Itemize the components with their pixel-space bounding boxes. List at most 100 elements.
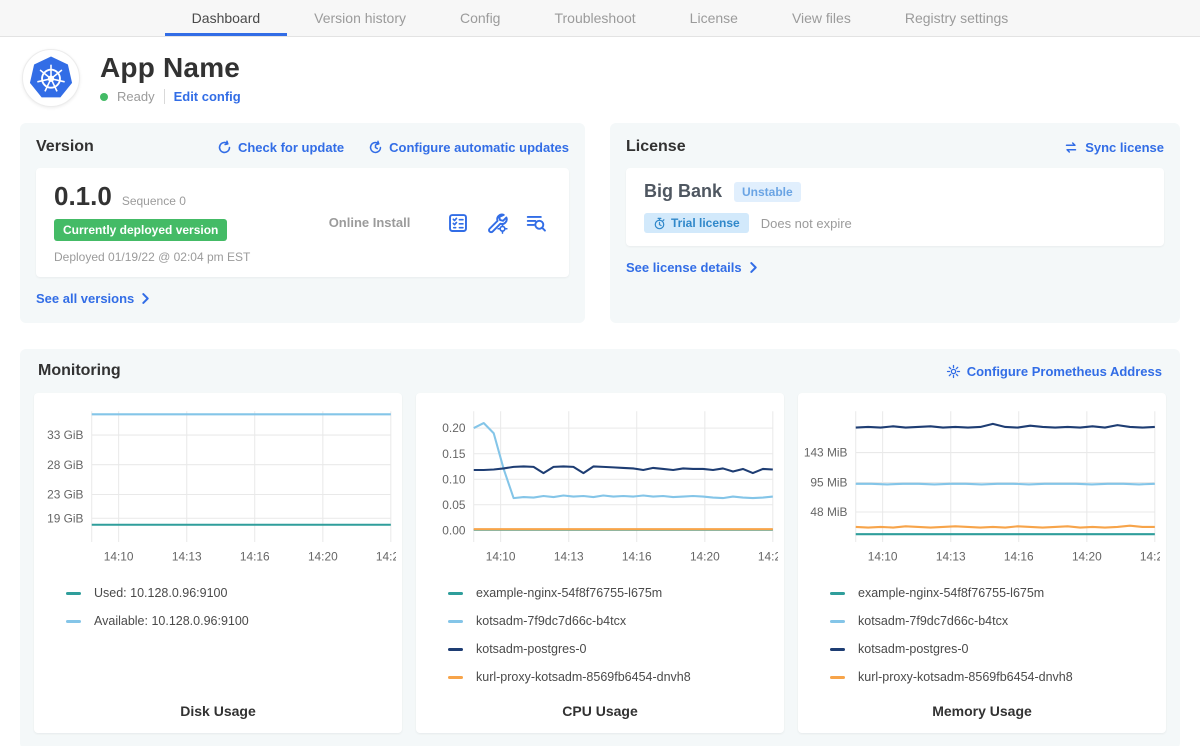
svg-text:14:10: 14:10 bbox=[868, 550, 898, 564]
tab-troubleshoot[interactable]: Troubleshoot bbox=[527, 0, 662, 36]
svg-text:14:23: 14:23 bbox=[758, 550, 778, 564]
legend-label: Used: 10.128.0.96:9100 bbox=[94, 586, 227, 600]
disk-usage-card: 33 GiB 28 GiB 23 GiB 19 GiB 14:10 14:13 14:16 1… bbox=[34, 393, 402, 733]
svg-text:0.05: 0.05 bbox=[442, 498, 466, 512]
svg-text:14:13: 14:13 bbox=[172, 550, 202, 564]
license-card-title: License bbox=[626, 138, 686, 156]
install-type-label: Online Install bbox=[292, 215, 447, 230]
status-dot bbox=[100, 93, 108, 101]
legend-item: kotsadm-postgres-0 bbox=[830, 635, 1160, 663]
version-card: Version Check for update Configure autom… bbox=[20, 123, 585, 323]
svg-text:33 GiB: 33 GiB bbox=[47, 428, 83, 442]
legend-swatch bbox=[830, 592, 845, 595]
legend-swatch bbox=[448, 676, 463, 679]
sync-license-link[interactable]: Sync license bbox=[1063, 140, 1164, 155]
legend-swatch bbox=[830, 648, 845, 651]
disk-usage-legend: Used: 10.128.0.96:9100 Available: 10.128.… bbox=[66, 579, 396, 693]
memory-usage-chart: 143 MiB95 MiB48 MiB14:1014:1314:1614:201… bbox=[804, 403, 1160, 571]
svg-text:0.15: 0.15 bbox=[442, 447, 466, 461]
memory-usage-card: 143 MiB95 MiB48 MiB14:1014:1314:1614:201… bbox=[798, 393, 1166, 733]
legend-swatch bbox=[448, 592, 463, 595]
deployed-timestamp: Deployed 01/19/22 @ 02:04 pm EST bbox=[54, 250, 292, 264]
current-version-box: 0.1.0 Sequence 0 Currently deployed vers… bbox=[36, 168, 569, 277]
memory-usage-title: Memory Usage bbox=[804, 703, 1160, 719]
legend-item: example-nginx-54f8f76755-l675m bbox=[448, 579, 778, 607]
svg-text:14:20: 14:20 bbox=[690, 550, 720, 564]
legend-swatch bbox=[448, 620, 463, 623]
version-sequence: Sequence 0 bbox=[122, 194, 186, 208]
see-all-versions-link[interactable]: See all versions bbox=[36, 291, 151, 306]
legend-item: Available: 10.128.0.96:9100 bbox=[66, 607, 396, 635]
legend-item: kotsadm-postgres-0 bbox=[448, 635, 778, 663]
stopwatch-icon bbox=[653, 217, 666, 230]
cpu-usage-title: CPU Usage bbox=[422, 703, 778, 719]
preflight-checks-button[interactable] bbox=[447, 212, 469, 234]
gear-icon bbox=[946, 364, 961, 379]
memory-usage-legend: example-nginx-54f8f76755-l675m kotsadm-7f… bbox=[830, 579, 1160, 693]
legend-label: example-nginx-54f8f76755-l675m bbox=[858, 586, 1044, 600]
tab-registry-settings[interactable]: Registry settings bbox=[878, 0, 1035, 36]
configure-prometheus-link[interactable]: Configure Prometheus Address bbox=[946, 364, 1162, 379]
monitoring-section: Monitoring Configure Prometheus Address … bbox=[20, 349, 1180, 746]
legend-swatch bbox=[830, 620, 845, 623]
legend-label: example-nginx-54f8f76755-l675m bbox=[476, 586, 662, 600]
tab-config[interactable]: Config bbox=[433, 0, 527, 36]
legend-swatch bbox=[830, 676, 845, 679]
svg-text:28 GiB: 28 GiB bbox=[47, 458, 83, 472]
chevron-right-icon bbox=[748, 262, 759, 273]
svg-text:14:16: 14:16 bbox=[622, 550, 652, 564]
cards-row: Version Check for update Configure autom… bbox=[0, 113, 1200, 323]
deployed-badge: Currently deployed version bbox=[54, 219, 227, 241]
legend-label: kotsadm-7f9dc7d66c-b4tcx bbox=[476, 614, 626, 628]
svg-text:14:20: 14:20 bbox=[1072, 550, 1102, 564]
legend-item: Used: 10.128.0.96:9100 bbox=[66, 579, 396, 607]
legend-label: kotsadm-postgres-0 bbox=[858, 642, 968, 656]
top-nav: Dashboard Version history Config Trouble… bbox=[0, 0, 1200, 37]
legend-swatch bbox=[66, 620, 81, 623]
see-license-details-link[interactable]: See license details bbox=[626, 260, 759, 275]
cpu-usage-card: 0.200.150.100.050.0014:1014:1314:1614:20… bbox=[416, 393, 784, 733]
svg-text:14:13: 14:13 bbox=[936, 550, 966, 564]
disk-usage-chart: 33 GiB 28 GiB 23 GiB 19 GiB 14:10 14:13 14:16 1… bbox=[40, 403, 396, 571]
svg-text:0.10: 0.10 bbox=[442, 472, 466, 486]
cpu-usage-chart: 0.200.150.100.050.0014:1014:1314:1614:20… bbox=[422, 403, 778, 571]
svg-text:14:10: 14:10 bbox=[104, 550, 134, 564]
legend-label: kurl-proxy-kotsadm-8569fb6454-dnvh8 bbox=[476, 670, 691, 684]
status-label: Ready bbox=[117, 89, 155, 104]
svg-text:0.00: 0.00 bbox=[442, 523, 466, 537]
legend-item: kurl-proxy-kotsadm-8569fb6454-dnvh8 bbox=[830, 663, 1160, 691]
tab-license[interactable]: License bbox=[663, 0, 765, 36]
license-box: Big Bank Unstable Trial license Does not… bbox=[626, 168, 1164, 246]
svg-text:14:16: 14:16 bbox=[1004, 550, 1034, 564]
view-deploy-logs-button[interactable] bbox=[525, 212, 547, 234]
tab-version-history[interactable]: Version history bbox=[287, 0, 433, 36]
monitoring-title: Monitoring bbox=[38, 362, 121, 380]
configure-automatic-updates-link[interactable]: Configure automatic updates bbox=[368, 140, 569, 155]
svg-text:14:16: 14:16 bbox=[240, 550, 270, 564]
svg-text:14:23: 14:23 bbox=[376, 550, 396, 564]
kubernetes-icon bbox=[28, 55, 74, 101]
svg-text:14:20: 14:20 bbox=[308, 550, 338, 564]
legend-item: kotsadm-7f9dc7d66c-b4tcx bbox=[448, 607, 778, 635]
legend-item: kotsadm-7f9dc7d66c-b4tcx bbox=[830, 607, 1160, 635]
legend-swatch bbox=[448, 648, 463, 651]
svg-text:14:23: 14:23 bbox=[1140, 550, 1160, 564]
tab-dashboard[interactable]: Dashboard bbox=[165, 0, 288, 36]
app-name: App Name bbox=[100, 52, 241, 84]
edit-config-values-button[interactable] bbox=[486, 212, 508, 234]
cpu-usage-legend: example-nginx-54f8f76755-l675m kotsadm-7f… bbox=[448, 579, 778, 693]
legend-item: kurl-proxy-kotsadm-8569fb6454-dnvh8 bbox=[448, 663, 778, 691]
svg-text:95 MiB: 95 MiB bbox=[810, 476, 847, 490]
svg-text:143 MiB: 143 MiB bbox=[804, 446, 848, 460]
svg-text:0.20: 0.20 bbox=[442, 421, 466, 435]
svg-text:23 GiB: 23 GiB bbox=[47, 488, 83, 502]
edit-config-link[interactable]: Edit config bbox=[174, 89, 241, 104]
tab-view-files[interactable]: View files bbox=[765, 0, 878, 36]
svg-text:14:13: 14:13 bbox=[554, 550, 584, 564]
svg-text:19 GiB: 19 GiB bbox=[47, 511, 83, 525]
wrench-gear-icon bbox=[486, 212, 508, 234]
expiry-label: Does not expire bbox=[761, 216, 852, 231]
check-for-update-link[interactable]: Check for update bbox=[217, 140, 344, 155]
app-header: App Name Ready Edit config bbox=[0, 37, 1200, 113]
divider bbox=[164, 89, 165, 104]
